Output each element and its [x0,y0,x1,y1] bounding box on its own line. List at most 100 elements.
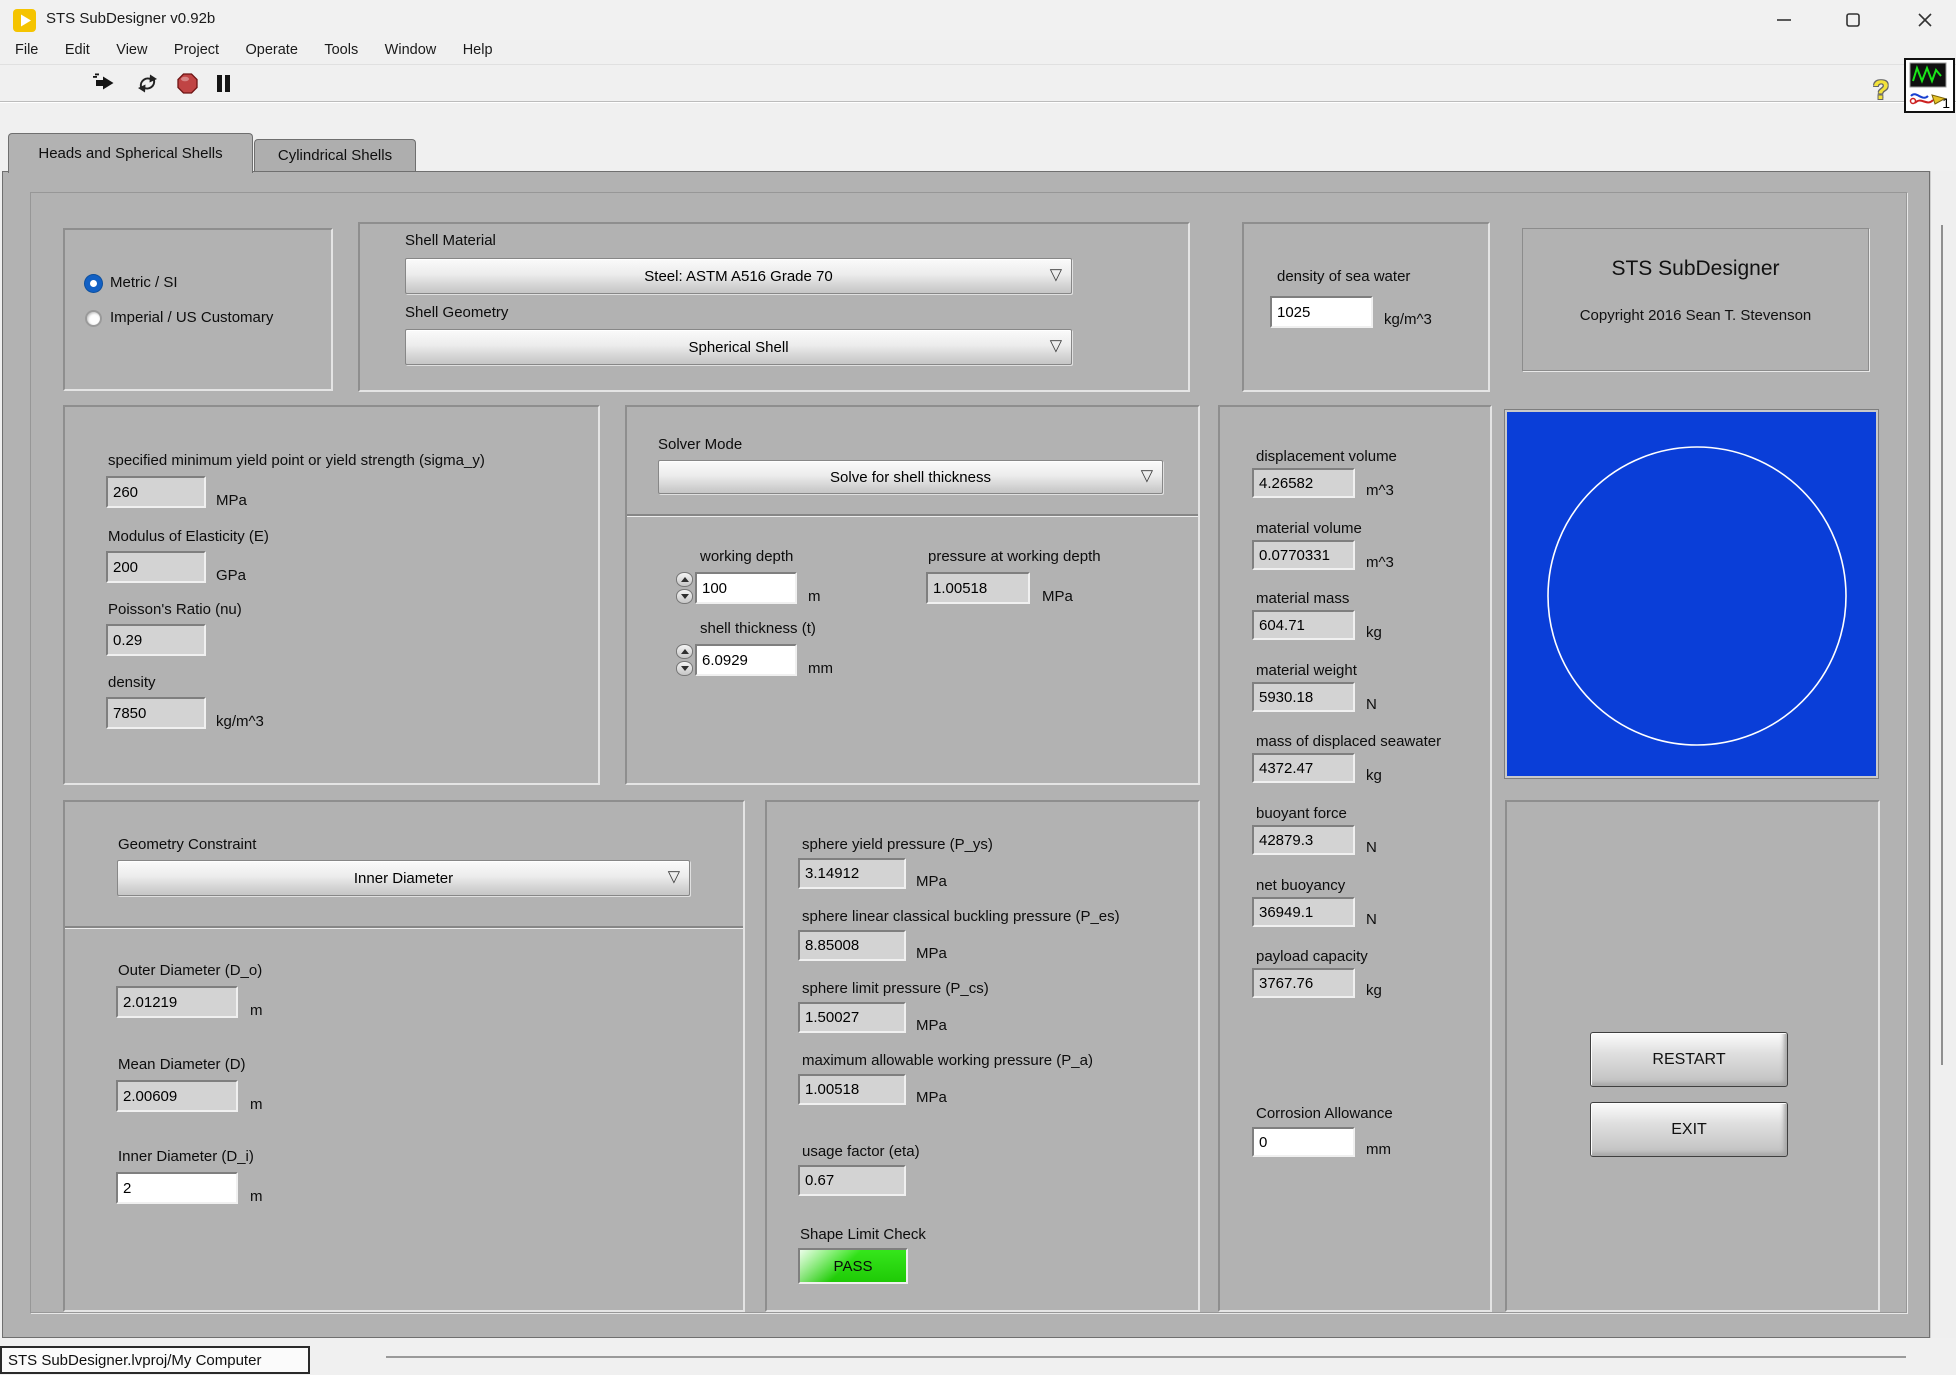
menu-file[interactable]: File [4,40,49,60]
panel-count-badge: 1 [1942,95,1950,111]
radio-metric[interactable] [85,275,102,292]
result-unit: kg [1366,624,1382,641]
shell-material-value: Steel: ASTM A516 Grade 70 [644,268,832,285]
shell-geometry-dropdown[interactable]: Spherical Shell ▽ [405,329,1072,365]
modulus-unit: GPa [216,567,246,584]
geometry-constraint-dropdown[interactable]: Inner Diameter ▽ [117,860,690,896]
vertical-scrollbar[interactable] [1930,171,1956,1338]
labview-app-icon [13,9,36,32]
run-button[interactable] [90,71,118,95]
up-arrow-icon [681,649,689,654]
about-box: STS SubDesigner Copyright 2016 Sean T. S… [1522,228,1869,371]
exit-button[interactable]: EXIT [1590,1102,1788,1157]
maximize-button[interactable] [1824,0,1882,40]
result-label: payload capacity [1256,948,1368,966]
mean-diameter-unit: m [250,1096,263,1113]
down-arrow-icon [681,666,689,671]
working-pressure-value: 1.00518 [926,572,1030,604]
yield-label: specified minimum yield point or yield s… [108,452,485,470]
result-unit: kg [1366,767,1382,784]
dropdown-arrow-icon: ▽ [668,870,680,886]
up-arrow-icon [681,577,689,582]
geometry-divider [65,926,743,928]
menu-window[interactable]: Window [374,40,448,60]
yield-value: 260 [106,476,206,508]
menu-help[interactable]: Help [452,40,504,60]
increment-button[interactable] [676,572,693,587]
sphere-cross-section-graph [1505,410,1878,778]
pause-button[interactable] [212,71,234,95]
project-path-box: STS SubDesigner.lvproj/My Computer [0,1346,310,1374]
minimize-button[interactable] [1755,0,1813,40]
outer-diameter-label: Outer Diameter (D_o) [118,962,262,980]
inner-diameter-input[interactable]: 2 [116,1172,238,1204]
solver-mode-dropdown[interactable]: Solve for shell thickness ▽ [658,460,1163,494]
toolbar: ? [0,65,1956,102]
working-depth-label: working depth [700,548,793,566]
shape-limit-label: Shape Limit Check [800,1226,926,1244]
decrement-button[interactable] [676,589,693,604]
tab-heads-spherical[interactable]: Heads and Spherical Shells [8,133,253,173]
result-value: 4.26582 [1252,468,1355,498]
pressure-value: 8.85008 [798,930,906,961]
working-pressure-label: pressure at working depth [928,548,1101,566]
tab-label: Cylindrical Shells [278,147,392,164]
close-icon [1917,12,1933,28]
close-button[interactable] [1893,0,1956,40]
run-icon [92,73,117,93]
context-help-button[interactable]: ? [1866,75,1896,105]
result-unit: kg [1366,982,1382,999]
corrosion-allowance-input[interactable]: 0 [1252,1127,1355,1157]
menu-tools[interactable]: Tools [313,40,369,60]
result-label: material volume [1256,520,1362,538]
pressure-label: sphere limit pressure (P_cs) [802,980,989,998]
modulus-value: 200 [106,551,206,583]
menu-project[interactable]: Project [163,40,230,60]
help-icon: ? [1873,75,1890,106]
restart-button[interactable]: RESTART [1590,1032,1788,1087]
result-unit: m^3 [1366,482,1394,499]
menu-view[interactable]: View [105,40,158,60]
working-depth-input[interactable]: 100 [695,572,797,604]
result-value: 0.0770331 [1252,540,1355,570]
increment-button[interactable] [676,644,693,659]
result-value: 4372.47 [1252,753,1355,783]
decrement-button[interactable] [676,661,693,676]
density-label: density [108,674,156,692]
result-unit: N [1366,911,1377,928]
menu-edit[interactable]: Edit [54,40,101,60]
result-value: 604.71 [1252,610,1355,640]
sea-water-label: density of sea water [1277,268,1410,286]
result-label: material mass [1256,590,1349,608]
about-title: STS SubDesigner [1523,257,1868,281]
vertical-scrollbar-thumb[interactable] [1941,225,1943,1065]
outer-diameter-value: 2.01219 [116,986,238,1018]
run-continuous-button[interactable] [134,71,160,95]
shell-thickness-input[interactable]: 6.0929 [695,644,797,676]
pressure-value: 3.14912 [798,858,906,889]
shell-material-dropdown[interactable]: Steel: ASTM A516 Grade 70 ▽ [405,258,1072,294]
working-depth-spinner [676,572,693,606]
dropdown-arrow-icon: ▽ [1141,469,1153,485]
result-value: 42879.3 [1252,825,1355,855]
horizontal-scrollbar[interactable] [386,1356,1906,1358]
menu-operate[interactable]: Operate [235,40,309,60]
sea-water-input[interactable]: 1025 [1270,296,1373,328]
result-label: material weight [1256,662,1357,680]
solver-mode-value: Solve for shell thickness [830,469,991,486]
project-path: STS SubDesigner.lvproj/My Computer [8,1352,261,1369]
usage-factor-value: 0.67 [798,1165,906,1196]
corrosion-allowance-label: Corrosion Allowance [1256,1105,1393,1123]
shell-thickness-unit: mm [808,660,833,677]
result-value: 5930.18 [1252,682,1355,712]
sea-water-unit: kg/m^3 [1384,311,1432,328]
solver-divider [627,514,1198,516]
solver-mode-label: Solver Mode [658,436,742,454]
abort-button[interactable] [174,71,200,95]
run-continuous-icon [136,73,159,94]
result-label: mass of displaced seawater [1256,733,1441,751]
radio-metric-label: Metric / SI [110,274,178,292]
poisson-value: 0.29 [106,624,206,656]
radio-imperial[interactable] [85,310,102,327]
tab-cylindrical[interactable]: Cylindrical Shells [254,139,416,171]
